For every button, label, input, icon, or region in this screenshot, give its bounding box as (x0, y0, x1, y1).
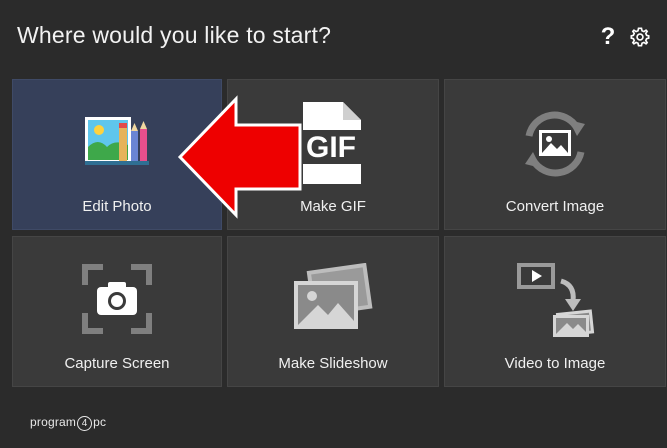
video-to-image-tile[interactable]: Video to Image (444, 236, 666, 387)
header: Where would you like to start? ? (0, 0, 667, 75)
settings-button[interactable] (629, 26, 651, 48)
gif-file-icon: GIF (293, 100, 373, 191)
gear-icon (630, 27, 650, 47)
logo-suffix: pc (93, 415, 107, 429)
red-arrow-annotation (177, 95, 302, 219)
svg-text:GIF: GIF (306, 131, 356, 164)
help-button[interactable]: ? (597, 24, 619, 50)
convert-image-icon (515, 106, 595, 187)
capture-screen-label: Capture Screen (64, 355, 170, 372)
video-to-image-icon (513, 259, 597, 344)
page-title: Where would you like to start? (17, 22, 332, 48)
convert-image-label: Convert Image (505, 198, 605, 215)
logo-prefix: program (30, 415, 77, 429)
make-slideshow-tile[interactable]: Make Slideshow (227, 236, 439, 387)
slideshow-photos-icon (288, 262, 378, 338)
camera-capture-icon (81, 263, 153, 340)
video-to-image-label: Video to Image (504, 355, 606, 372)
logo-digit: 4 (77, 416, 93, 431)
program4pc-logo: program 4 pc (30, 415, 106, 431)
footer: program 4 pc (0, 400, 667, 448)
capture-screen-tile[interactable]: Capture Screen (12, 236, 222, 387)
paint-palette-icon (83, 113, 151, 174)
make-slideshow-label: Make Slideshow (278, 355, 388, 372)
convert-image-tile[interactable]: Convert Image (444, 79, 666, 230)
